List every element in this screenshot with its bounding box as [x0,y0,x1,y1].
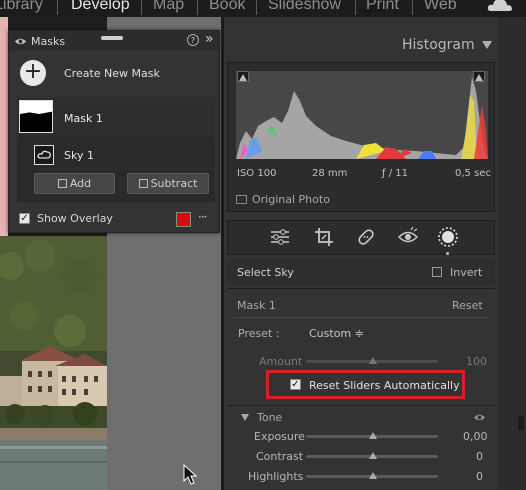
photo-preview [0,236,107,490]
contrast-label: Contrast [256,450,304,463]
module-separator [197,0,198,15]
amount-label: Amount [259,355,303,368]
highlights-slider-knob[interactable] [369,472,377,479]
divider [227,405,495,406]
shutter-speed-value: 0,5 sec [455,168,491,179]
invert-checkbox[interactable] [432,267,442,277]
reset-sliders-checkbox[interactable]: ✓ [290,379,301,390]
sky-icon [37,150,51,159]
mask-row-mask1[interactable]: Mask 1 [17,97,215,137]
mask-settings-title: Mask 1 [237,299,276,312]
reset-sliders-label[interactable]: Reset Sliders Automatically [309,379,460,392]
subtract-button[interactable]: Subtract [127,173,209,194]
module-separator [355,0,356,15]
panel-drag-handle[interactable] [101,36,123,40]
add-button[interactable]: Add [34,173,115,194]
module-separator [57,0,58,15]
mask-thumbnail [19,100,53,133]
highlights-label: Highlights [248,470,304,483]
module-book[interactable]: Book [209,0,245,14]
exposure-label: Exposure [254,430,305,443]
exposure-value[interactable]: 0,00 [463,430,488,443]
module-map[interactable]: Map [153,0,184,14]
histogram-curve [236,77,488,159]
subtract-button-label: Subtract [150,177,198,190]
create-new-mask-button[interactable]: + [20,60,46,86]
mask-overlay-preview [0,17,8,237]
mouse-cursor-icon [183,464,197,485]
more-options-icon[interactable]: ··· [198,210,208,224]
preset-dropdown[interactable]: Custom ≑ [309,327,364,340]
module-print[interactable]: Print [366,0,399,14]
module-picker: Library Develop Map Book Slideshow Print… [0,0,526,17]
overlay-color-swatch[interactable] [176,212,191,227]
eye-icon[interactable] [14,37,27,46]
module-separator [141,0,142,15]
disclosure-triangle-icon[interactable] [241,414,249,421]
show-overlay-checkbox[interactable]: ✓ [19,213,30,224]
help-icon[interactable]: ? [187,34,199,46]
add-mask-icon [57,179,67,188]
amount-slider-knob[interactable] [369,357,377,364]
sky-component-icon[interactable] [34,145,54,165]
original-photo-checkbox[interactable] [236,195,247,204]
masks-panel-title: Masks [31,35,66,48]
iso-value: ISO 100 [237,168,277,179]
show-overlay-label: Show Overlay [37,212,113,225]
tone-section-title[interactable]: Tone [257,411,282,424]
eye-icon[interactable] [473,413,486,422]
contrast-slider-knob[interactable] [369,452,377,459]
original-photo-label[interactable]: Original Photo [252,193,330,206]
masks-panel: Masks ? » + Create New Mask Mask 1 Sky 1… [8,30,220,233]
collapse-triangle-icon[interactable] [482,41,492,49]
reset-button[interactable]: Reset [452,299,483,312]
cloud-icon[interactable] [487,0,513,12]
healing-icon[interactable] [356,227,376,247]
select-sky-label: Select Sky [237,266,294,279]
divider [233,317,491,318]
contrast-value[interactable]: 0 [476,450,483,463]
triangle-up-icon [475,74,483,81]
shadow-clipping-toggle[interactable] [237,71,249,82]
module-develop[interactable]: Develop [71,0,130,14]
highlights-value[interactable]: 0 [476,470,483,483]
create-new-mask-label[interactable]: Create New Mask [64,67,160,80]
subtract-mask-icon [138,179,148,188]
collapse-panel-icon[interactable]: » [205,31,214,47]
active-tool-indicator [446,252,449,255]
module-slideshow[interactable]: Slideshow [268,0,341,14]
histogram-title[interactable]: Histogram [402,37,475,53]
module-separator [412,0,413,15]
add-button-label: Add [69,177,92,190]
invert-label[interactable]: Invert [450,266,482,279]
module-web[interactable]: Web [424,0,457,14]
histogram-graph[interactable] [236,71,488,159]
edit-sliders-icon[interactable] [270,228,290,246]
photo-image [0,236,107,490]
module-separator [256,0,257,15]
aperture-value: ƒ / 11 [382,168,408,179]
red-eye-icon[interactable] [398,226,418,246]
module-library[interactable]: Library [0,0,43,14]
exposure-slider-knob[interactable] [369,432,377,439]
crop-icon[interactable] [314,227,334,247]
masks-panel-header: Masks ? » [9,31,219,51]
focal-length-value: 28 mm [312,168,348,179]
component-name: Sky 1 [64,149,94,162]
scrollbar-thumb[interactable] [518,416,524,430]
amount-value[interactable]: 100 [466,355,487,368]
mask-name: Mask 1 [64,112,103,125]
triangle-up-icon [239,74,247,81]
preset-label: Preset : [238,327,280,340]
divider [227,288,495,289]
highlight-clipping-toggle[interactable] [473,71,485,82]
masking-icon[interactable] [437,226,459,248]
